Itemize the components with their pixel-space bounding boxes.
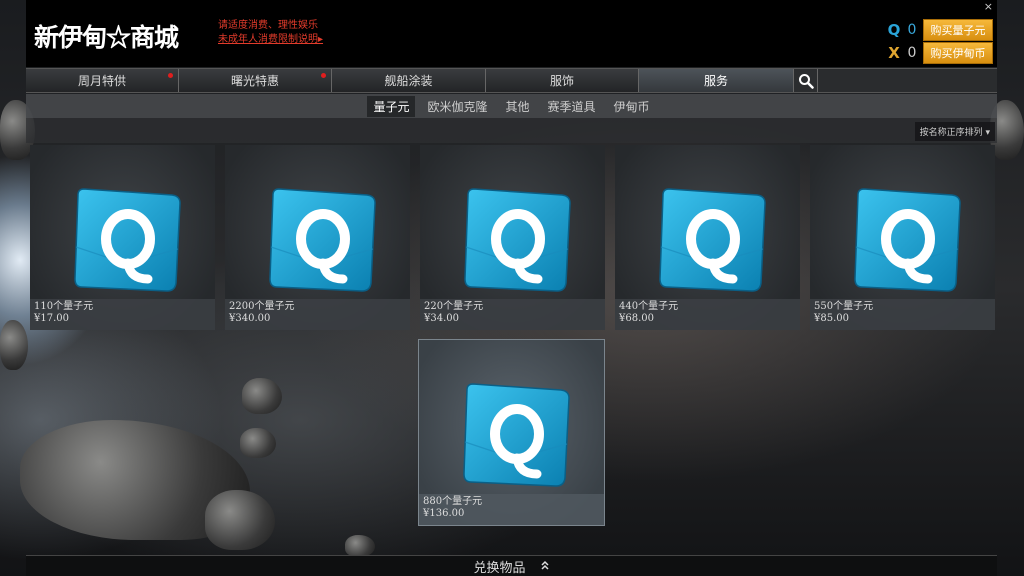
- buy-quantum-button[interactable]: 购买量子元: [923, 19, 993, 41]
- isk-coin-icon: X: [888, 44, 900, 62]
- product-caption: 220个量子元 ¥34.00: [420, 299, 605, 330]
- quantum-card-icon: [463, 383, 570, 487]
- tab-label: 曙光特惠: [230, 74, 279, 88]
- search-icon: [798, 73, 814, 89]
- quantum-card-icon: [74, 188, 181, 292]
- product-name: 2200个量子元: [229, 301, 295, 312]
- product-name: 440个量子元: [619, 301, 679, 312]
- product-price: ¥340.00: [229, 313, 271, 324]
- quantum-card-icon: [854, 188, 961, 292]
- tab-dawn-deals[interactable]: 曙光特惠: [179, 69, 332, 92]
- product-price: ¥17.00: [34, 313, 69, 324]
- background-asteroid: [205, 490, 275, 550]
- tab-apparel[interactable]: 服饰: [486, 69, 639, 92]
- product-card-selected[interactable]: 880个量子元 ¥136.00: [418, 339, 605, 526]
- product-name: 220个量子元: [424, 301, 484, 312]
- product-caption: 550个量子元 ¥85.00: [810, 299, 995, 330]
- background-asteroid: [242, 378, 282, 414]
- category-tabs: 周月特供 曙光特惠 舰船涂装 服饰 服务: [26, 68, 997, 93]
- product-card[interactable]: 220个量子元 ¥34.00: [420, 145, 605, 330]
- tab-label: 舰船涂装: [384, 74, 433, 88]
- product-price: ¥34.00: [424, 313, 459, 324]
- tab-label: 周月特供: [77, 74, 126, 88]
- new-badge: [321, 73, 326, 78]
- tab-ship-skins[interactable]: 舰船涂装: [332, 69, 486, 92]
- product-caption: 2200个量子元 ¥340.00: [225, 299, 410, 330]
- subtab-eden-coin[interactable]: 伊甸币: [608, 96, 656, 117]
- buy-isk-button[interactable]: 购买伊甸币: [923, 42, 993, 64]
- tab-weekly-monthly[interactable]: 周月特供: [26, 69, 179, 92]
- isk-balance: 0: [907, 45, 917, 61]
- store-logo: 新伊甸☆商城: [34, 23, 179, 52]
- product-name: 880个量子元: [423, 496, 483, 507]
- background-asteroid: [345, 535, 375, 557]
- product-card[interactable]: 2200个量子元 ¥340.00: [225, 145, 410, 330]
- product-price: ¥136.00: [423, 508, 465, 519]
- search-button[interactable]: [794, 69, 818, 92]
- redeem-label: 兑换物品: [473, 560, 526, 576]
- subtab-quantum[interactable]: 量子元: [367, 95, 416, 117]
- product-price: ¥68.00: [619, 313, 654, 324]
- tab-services[interactable]: 服务: [639, 69, 794, 92]
- new-badge: [168, 73, 173, 78]
- quantum-card-icon: [659, 188, 766, 292]
- product-price: ¥85.00: [814, 313, 849, 324]
- product-card[interactable]: 440个量子元 ¥68.00: [615, 145, 800, 330]
- product-card[interactable]: 550个量子元 ¥85.00: [810, 145, 995, 330]
- quantum-card-icon: [269, 188, 376, 292]
- subtab-omega-clone[interactable]: 欧米伽克隆: [421, 96, 493, 117]
- close-icon[interactable]: ×: [984, 0, 993, 13]
- background-asteroid: [0, 320, 28, 370]
- notice-text: 请适度消费、理性娱乐: [218, 20, 318, 31]
- subtab-other[interactable]: 其他: [499, 96, 535, 117]
- quantum-coin-icon: Q: [887, 21, 901, 39]
- product-caption: 880个量子元 ¥136.00: [419, 494, 604, 525]
- quantum-card-icon: [464, 188, 571, 292]
- redeem-bar[interactable]: 兑换物品: [26, 555, 997, 576]
- sort-dropdown[interactable]: 按名称正序排列 ▾: [914, 122, 995, 141]
- quantum-balance: 0: [907, 22, 917, 38]
- product-name: 550个量子元: [814, 301, 874, 312]
- subcategory-tabs: 量子元 欧米伽克隆 其他 赛季道具 伊甸币: [26, 94, 997, 118]
- minor-consumption-link[interactable]: 未成年人消费限制说明▸: [218, 33, 323, 47]
- store-header: 新伊甸☆商城 请适度消费、理性娱乐 未成年人消费限制说明▸ × Q 0 购买量子…: [26, 0, 997, 67]
- quantum-balance-row: Q 0 购买量子元: [887, 19, 993, 41]
- expand-chevron-icon: [540, 560, 550, 573]
- subtab-season-items[interactable]: 赛季道具: [542, 96, 602, 117]
- product-caption: 440个量子元 ¥68.00: [615, 299, 800, 330]
- sort-bar: 按名称正序排列 ▾: [26, 118, 997, 143]
- product-caption: 110个量子元 ¥17.00: [30, 299, 215, 330]
- isk-balance-row: X 0 购买伊甸币: [887, 42, 993, 64]
- tab-label: 服务: [703, 74, 728, 88]
- tab-label: 服饰: [549, 74, 574, 88]
- product-card[interactable]: 110个量子元 ¥17.00: [30, 145, 215, 330]
- background-asteroid: [240, 428, 276, 458]
- consumption-notice: 请适度消费、理性娱乐 未成年人消费限制说明▸: [218, 19, 323, 47]
- product-name: 110个量子元: [34, 301, 94, 312]
